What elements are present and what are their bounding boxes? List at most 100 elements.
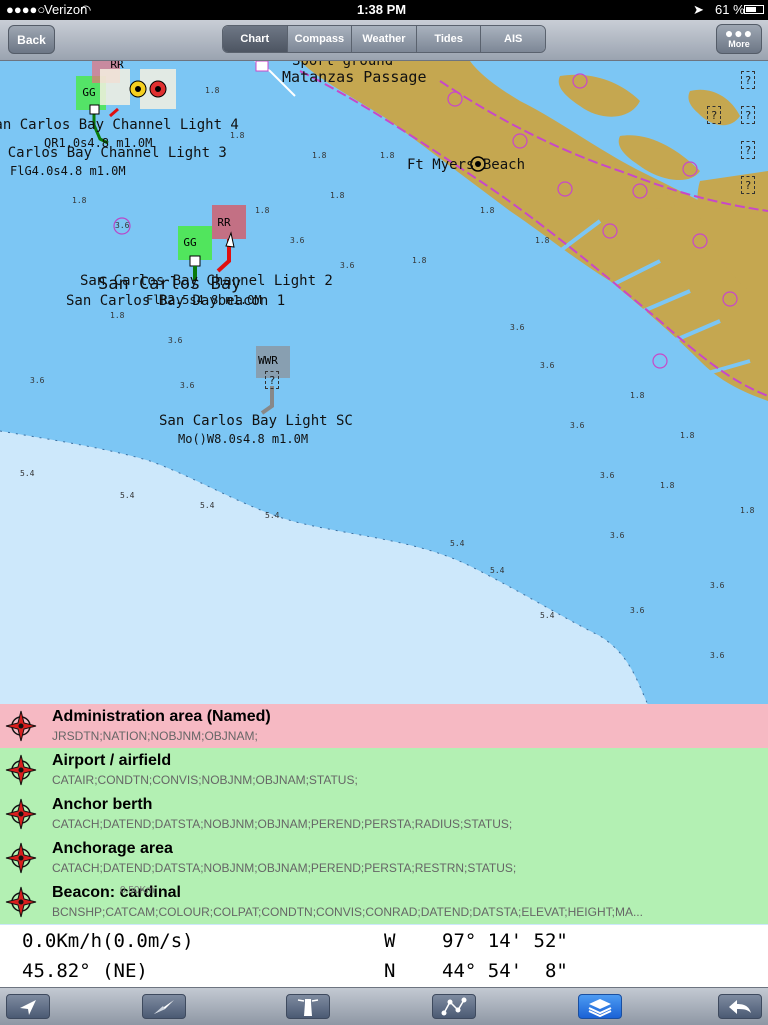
compass-button[interactable] — [142, 994, 186, 1019]
location-button[interactable] — [6, 994, 50, 1019]
depth-sounding: 3.6 — [540, 361, 555, 370]
depth-sounding: 3.6 — [340, 261, 355, 270]
compass-rose-icon — [5, 842, 37, 874]
depth-sounding: 3.6 — [180, 381, 195, 390]
chart-label: FlG4.0s4.8 m1.0M — [10, 164, 126, 178]
list-item-title: Anchor berth — [52, 796, 153, 813]
speed-readout: 0.0Km/h(0.0m/s) — [22, 930, 194, 952]
latitude-value: 44° 54' 8" — [442, 960, 568, 982]
longitude-direction: W — [384, 930, 396, 952]
layers-icon — [588, 998, 612, 1017]
unknown-object-icon[interactable]: ? — [741, 141, 755, 159]
chart-label: Ft Myers Beach — [407, 157, 526, 173]
tab-chart[interactable]: Chart — [223, 26, 288, 52]
buoy-label-white[interactable]: WWR — [252, 351, 284, 369]
compass-rose-icon — [5, 886, 37, 918]
layers-button[interactable] — [578, 994, 622, 1019]
depth-sounding: 1.8 — [480, 206, 495, 215]
depth-sounding: 1.8 — [740, 506, 755, 515]
depth-sounding: 1.8 — [680, 431, 695, 440]
unknown-object-icon[interactable]: ? — [265, 371, 279, 389]
depth-sounding: 1.8 — [72, 196, 87, 205]
tab-weather[interactable]: Weather — [352, 26, 417, 52]
depth-sounding: 1.8 — [255, 206, 270, 215]
chart-label: San Carlos Bay Light SC — [159, 413, 353, 429]
return-button[interactable] — [718, 994, 762, 1019]
list-item-beacon-cardinal[interactable]: Beacon: cardinal BCNSHP;CATCAM;COLOUR;CO… — [0, 880, 768, 924]
cardinal-box — [100, 69, 130, 105]
view-segmented-control: Chart Compass Weather Tides AIS — [222, 25, 546, 53]
white-light-flare — [260, 386, 274, 415]
depth-sounding: 5.4 — [265, 511, 280, 520]
depth-sounding: 3.6 — [115, 221, 130, 230]
tab-compass[interactable]: Compass — [287, 26, 353, 52]
buoy-label-green[interactable]: GG — [78, 84, 100, 100]
location-arrow-icon — [20, 999, 36, 1015]
depth-sounding: 3.6 — [290, 236, 305, 245]
list-item-anchor-berth[interactable]: Anchor berth CATACH;DATEND;DATSTA;NOBJNM… — [0, 792, 768, 836]
lighthouse-icon — [297, 998, 319, 1016]
list-item-attributes: JRSDTN;NATION;NOBJNM;OBJNAM; — [52, 729, 258, 743]
lighthouse-button[interactable] — [286, 994, 330, 1019]
list-item-anchorage-area[interactable]: Anchorage area CATACH;DATEND;DATSTA;NOBJ… — [0, 836, 768, 880]
depth-sounding: 5.4 — [450, 539, 465, 548]
depth-sounding: 1.8 — [312, 151, 327, 160]
depth-sounding: 3.6 — [710, 581, 725, 590]
list-item-attributes: CATAIR;CONDTN;CONVIS;NOBJNM;OBJNAM;STATU… — [52, 773, 358, 787]
route-icon — [441, 997, 467, 1015]
unknown-object-icon[interactable]: ? — [741, 176, 755, 194]
unknown-object-icon[interactable]: ? — [707, 106, 721, 124]
tab-tides[interactable]: Tides — [416, 26, 482, 52]
chart-label: San Carlos Bay Channel Light 4 — [0, 117, 239, 133]
route-button[interactable] — [432, 994, 476, 1019]
depth-sounding: 1.8 — [330, 191, 345, 200]
beacon-square — [89, 104, 100, 115]
buoy-label-red[interactable]: RR — [212, 213, 236, 231]
depth-sounding: 1.8 — [630, 391, 645, 400]
unknown-object-icon[interactable]: ? — [741, 71, 755, 89]
longitude-value: 97° 14' 52" — [442, 930, 568, 952]
compass-rose-icon — [5, 754, 37, 786]
chart-label: Matanzas Passage — [282, 68, 427, 86]
feature-list: Administration area (Named) JRSDTN;NATIO… — [0, 704, 768, 924]
wifi-icon: ◠ — [80, 2, 92, 17]
red-light-center — [155, 86, 161, 92]
buoy-label-red[interactable]: RR — [104, 61, 130, 71]
list-item-administration-area[interactable]: Administration area (Named) JRSDTN;NATIO… — [0, 704, 768, 748]
list-item-attributes: CATACH;DATEND;DATSTA;NOBJNM;OBJNAM;PEREN… — [52, 817, 513, 831]
list-item-airport[interactable]: Airport / airfield CATAIR;CONDTN;CONVIS;… — [0, 748, 768, 792]
compass-rose-icon — [5, 710, 37, 742]
chart-label: San Carlos Bay Channel Light 3 — [0, 145, 227, 161]
compass-needle-icon — [154, 999, 174, 1014]
depth-sounding: 1.8 — [110, 311, 125, 320]
depth-sounding: 1.8 — [535, 236, 550, 245]
signal-icon: ●●●●○ — [6, 2, 46, 17]
list-item-title: Anchorage area — [52, 840, 173, 857]
depth-sounding: 5.4 — [20, 469, 35, 478]
back-button[interactable]: Back — [8, 25, 55, 54]
depth-sounding: 1.8 — [205, 86, 220, 95]
navigation-bar: Back Chart Compass Weather Tides AIS ●●●… — [0, 20, 768, 61]
list-item-title: Airport / airfield — [52, 752, 172, 769]
tab-ais[interactable]: AIS — [481, 26, 545, 52]
yellow-light-center — [135, 86, 141, 92]
heading-readout: 45.82° (NE) — [22, 960, 148, 982]
list-item-attributes: BCNSHP;CATCAM;COLOUR;COLPAT;CONDTN;CONVI… — [52, 905, 643, 919]
latitude-direction: N — [384, 960, 396, 982]
depth-sounding: 5.4 — [200, 501, 215, 510]
clock: 1:38 PM — [357, 2, 407, 17]
depth-sounding: 3.6 — [168, 336, 183, 345]
depth-sounding: 3.6 — [610, 531, 625, 540]
position-readout: 0.0Km/h(0.0m/s) 45.82° (NE) W 97° 14' 52… — [0, 925, 768, 987]
more-button[interactable]: ●●● More — [716, 24, 762, 54]
chart-label: Mo()W8.0s4.8 m1.0M — [178, 432, 309, 446]
unknown-object-icon[interactable]: ? — [741, 106, 755, 124]
compass-rose-icon — [5, 798, 37, 830]
battery-label: 61 % — [715, 2, 745, 17]
depth-sounding: 5.4 — [490, 566, 505, 575]
red-light-flare — [109, 107, 119, 118]
depth-sounding: 3.6 — [570, 421, 585, 430]
scale-bar-label: 0.50Km — [120, 885, 155, 896]
list-item-attributes: CATACH;DATEND;DATSTA;NOBJNM;OBJNAM;PEREN… — [52, 861, 517, 875]
buoy-label-green[interactable]: GG — [178, 233, 202, 251]
